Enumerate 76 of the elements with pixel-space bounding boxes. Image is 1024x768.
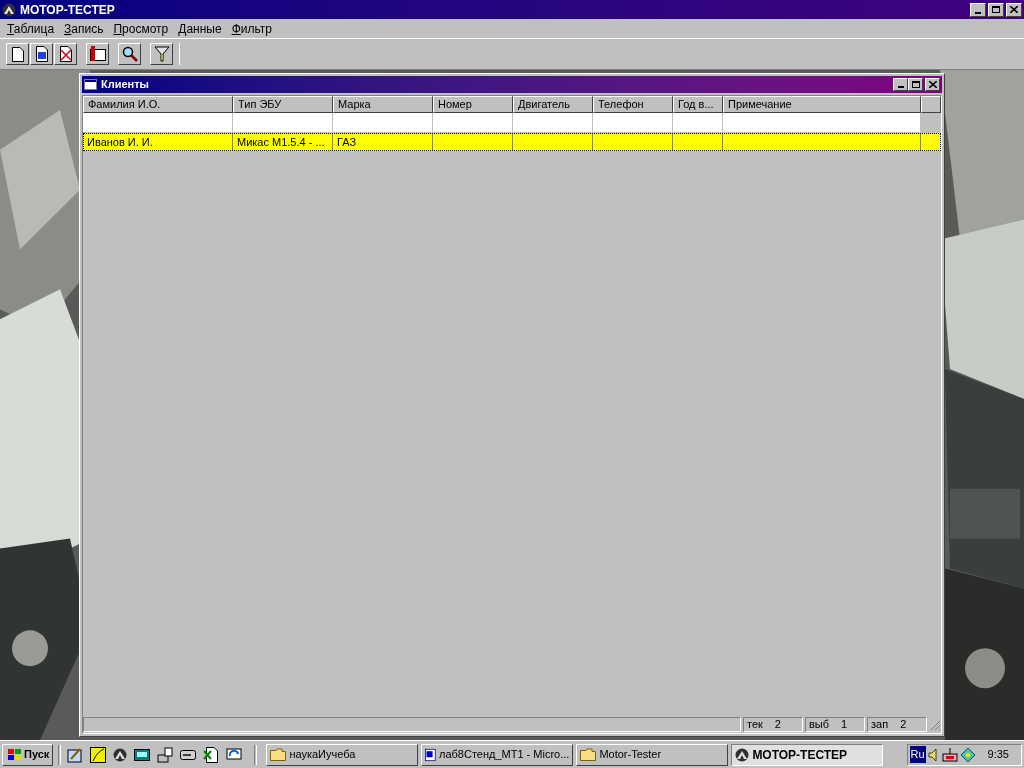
restore-icon	[992, 6, 1000, 13]
table-cell	[673, 113, 723, 133]
minimize-button[interactable]	[893, 78, 908, 91]
window-title: МОТОР-ТЕСТЕР	[20, 1, 116, 19]
column-header[interactable]: Примечание	[723, 96, 921, 113]
blank-page-icon	[11, 46, 24, 62]
feather-icon[interactable]	[90, 746, 107, 763]
column-header[interactable]: Марка	[333, 96, 433, 113]
minimize-icon	[975, 11, 981, 14]
close-button[interactable]	[925, 78, 940, 91]
table-cell: Микас М1.5.4 - ...	[233, 133, 333, 151]
taskbar-button[interactable]: МОТОР-ТЕСТЕР	[731, 743, 884, 766]
menu-item[interactable]: Данные	[173, 19, 227, 38]
header-filler	[921, 96, 941, 113]
menu-item[interactable]: Запись	[59, 19, 109, 38]
toolbar-button[interactable]	[6, 43, 29, 65]
minimize-button[interactable]	[970, 2, 986, 17]
restore-button[interactable]	[988, 2, 1004, 17]
document-icon	[425, 746, 436, 763]
spreadsheet-icon[interactable]	[203, 746, 220, 763]
column-header[interactable]: Номер	[433, 96, 513, 113]
page-edit-icon	[34, 46, 49, 62]
status-label: выб	[809, 717, 830, 733]
minimize-icon	[897, 86, 904, 88]
pen-icon[interactable]	[67, 746, 84, 763]
toolbar-button[interactable]	[30, 43, 53, 65]
column-header[interactable]: Год в...	[673, 96, 723, 113]
column-header[interactable]: Тип ЭБУ	[233, 96, 333, 113]
status-label: тек	[747, 717, 763, 733]
status-value: 1	[841, 717, 848, 733]
column-header[interactable]: Двигатель	[513, 96, 593, 113]
clock: 9:35	[986, 747, 1010, 763]
drive-icon[interactable]	[180, 749, 197, 760]
taskbar-button[interactable]: лаб8Стенд_MT1 - Micro...	[421, 743, 574, 766]
column-header[interactable]: Телефон	[593, 96, 673, 113]
menu-item[interactable]: Таблица	[2, 19, 60, 38]
triangle-logo-icon	[735, 747, 750, 762]
folder-icon	[270, 748, 287, 761]
windows-logo-icon	[6, 747, 22, 762]
table-cell: ГАЗ	[333, 133, 433, 151]
column-header[interactable]: Фамилия И.О.	[83, 96, 233, 113]
taskbar-button[interactable]: наукаИучеба	[266, 743, 419, 766]
status-label: зап	[871, 717, 889, 733]
toolbar-button[interactable]	[86, 43, 109, 65]
child-window-title: Клиенты	[101, 77, 150, 93]
window-icon	[84, 79, 97, 90]
triangle-logo-icon	[113, 747, 128, 762]
filter-icon	[153, 46, 170, 62]
sync-icon[interactable]	[226, 746, 243, 763]
page-delete-icon	[58, 46, 73, 62]
diamond-icon[interactable]	[959, 746, 976, 763]
book-icon	[89, 46, 106, 62]
search-icon	[121, 46, 138, 62]
keyboard-icon[interactable]	[134, 748, 151, 761]
maximize-icon	[911, 81, 920, 88]
menu-item[interactable]: Просмотр	[108, 19, 174, 38]
maximize-button[interactable]	[908, 78, 923, 91]
language-indicator[interactable]: Ru	[909, 746, 926, 763]
speaker-icon[interactable]	[927, 747, 940, 762]
close-icon	[1010, 6, 1018, 13]
status-value: 2	[774, 717, 781, 733]
toolbar-button[interactable]	[150, 43, 173, 65]
toolbar-button[interactable]	[54, 43, 77, 65]
close-icon	[928, 81, 937, 88]
taskbar-button[interactable]: Motor-Tester	[576, 743, 729, 766]
menu-item[interactable]: Фильтр	[226, 19, 277, 38]
folder-icon	[580, 748, 597, 761]
status-value: 2	[900, 717, 907, 733]
table-row[interactable]: Иванов И. И. Микас М1.5.4 - ... ГАЗ	[83, 133, 941, 151]
app-logo-icon	[2, 2, 16, 17]
toolbar-button[interactable]	[118, 43, 141, 65]
start-button[interactable]: Пуск	[2, 743, 54, 766]
table-cell: Иванов И. И.	[83, 133, 233, 151]
close-button[interactable]	[1006, 2, 1022, 17]
scanner-icon[interactable]	[157, 746, 174, 763]
network-icon[interactable]	[941, 747, 958, 762]
